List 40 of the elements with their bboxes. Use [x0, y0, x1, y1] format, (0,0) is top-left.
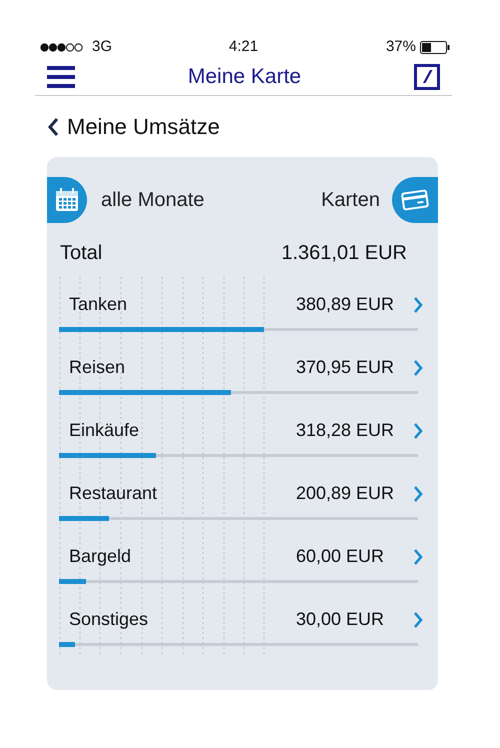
chevron-right-icon [412, 422, 424, 440]
chevron-right-icon [412, 548, 424, 566]
category-row[interactable]: Bargeld 60,00 EUR [47, 529, 438, 592]
status-time: 4:21 [228, 36, 258, 57]
chevron-left-icon [47, 116, 59, 136]
category-amount: 370,95 EUR [296, 356, 396, 379]
category-name: Tanken [69, 293, 128, 316]
category-name: Reisen [69, 356, 126, 379]
bank-logo-icon[interactable] [414, 64, 440, 90]
chevron-right-icon [412, 296, 424, 314]
category-amount: 200,89 EUR [296, 482, 396, 505]
category-row[interactable]: Einkäufe 318,28 EUR [47, 403, 438, 466]
category-amount: 380,89 EUR [296, 293, 396, 316]
network-type: 3G [92, 36, 112, 57]
category-row[interactable]: Tanken 380,89 EUR [47, 277, 438, 340]
category-amount: 30,00 EUR [296, 608, 386, 631]
cards-filter-button[interactable]: Karten [321, 177, 438, 223]
category-name: Restaurant [69, 482, 158, 505]
total-label: Total [60, 241, 102, 266]
menu-button[interactable] [47, 66, 75, 88]
battery-percent: 37% [386, 36, 416, 57]
total-amount: 1.361,01 EUR [281, 241, 407, 266]
calendar-icon [54, 187, 80, 213]
credit-card-icon [401, 189, 429, 211]
month-filter-button[interactable]: alle Monate [47, 177, 204, 223]
chevron-right-icon [412, 484, 424, 502]
category-amount: 60,00 EUR [296, 545, 386, 568]
signal-icon [40, 42, 84, 52]
category-row[interactable]: Sonstiges 30,00 EUR [47, 592, 438, 655]
battery-icon [420, 40, 450, 54]
category-amount: 318,28 EUR [296, 419, 396, 442]
category-name: Bargeld [69, 545, 132, 568]
category-row[interactable]: Restaurant 200,89 EUR [47, 466, 438, 529]
nav-title: Meine Karte [188, 64, 302, 90]
category-name: Einkäufe [69, 419, 140, 442]
chevron-right-icon [412, 358, 424, 376]
back-button[interactable]: Meine Umsätze [47, 110, 220, 143]
chevron-right-icon [412, 610, 424, 628]
category-row[interactable]: Reisen 370,95 EUR [47, 340, 438, 403]
category-name: Sonstiges [69, 608, 150, 631]
